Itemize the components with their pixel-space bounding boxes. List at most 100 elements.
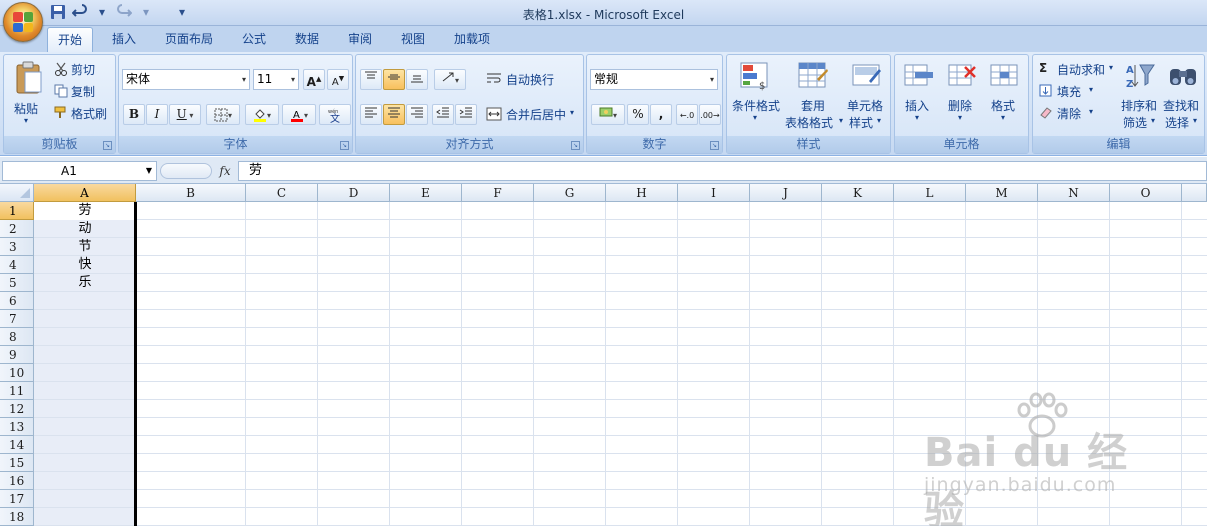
column-header-j[interactable]: J [750, 184, 822, 202]
cell-a1[interactable]: 劳 [34, 202, 136, 220]
copy-button[interactable]: 复制 [71, 83, 95, 100]
font-size-dropdown-icon[interactable]: ▾ [291, 70, 295, 89]
office-button[interactable] [3, 2, 43, 42]
undo-dropdown-icon[interactable]: ▾ [94, 4, 110, 20]
delete-cells-dropdown-icon[interactable]: ▾ [958, 113, 962, 122]
column-header-m[interactable]: M [966, 184, 1038, 202]
conditional-format-icon[interactable]: $ [739, 61, 771, 92]
row-header-3[interactable]: 3 [0, 238, 34, 256]
column-header-o[interactable]: O [1110, 184, 1182, 202]
column-header-k[interactable]: K [822, 184, 894, 202]
cell-styles-button[interactable]: 样式 [849, 114, 873, 131]
accounting-format-button[interactable]: ▾ [591, 104, 625, 125]
row-header-14[interactable]: 14 [0, 436, 34, 454]
find-select-label1[interactable]: 查找和 [1163, 97, 1199, 114]
column-header-i[interactable]: I [678, 184, 750, 202]
format-painter-icon[interactable] [54, 106, 68, 120]
tab-formulas[interactable]: 公式 [232, 27, 276, 52]
format-as-table-button[interactable]: 表格格式 [785, 114, 833, 131]
number-format-combo[interactable]: 常规 ▾ [590, 69, 718, 90]
row-header-4[interactable]: 4 [0, 256, 34, 274]
column-header-l[interactable]: L [894, 184, 966, 202]
fill-button[interactable]: 填充 [1057, 83, 1081, 100]
row-header-13[interactable]: 13 [0, 418, 34, 436]
row-header-18[interactable]: 18 [0, 508, 34, 526]
sort-filter-label1[interactable]: 排序和 [1121, 97, 1157, 114]
cell-styles-icon[interactable] [851, 61, 883, 91]
conditional-format-button[interactable]: 条件格式 [732, 97, 780, 114]
find-select-dropdown-icon[interactable]: ▾ [1193, 116, 1197, 125]
align-left-button[interactable] [360, 104, 382, 125]
font-color-button[interactable]: A ▾ [282, 104, 316, 125]
conditional-format-dropdown-icon[interactable]: ▾ [753, 113, 757, 122]
cell-a5[interactable]: 乐 [34, 274, 136, 292]
fill-dropdown-icon[interactable]: ▾ [1089, 85, 1093, 94]
tab-data[interactable]: 数据 [285, 27, 329, 52]
autosum-button[interactable]: 自动求和 [1057, 61, 1105, 78]
insert-cells-button[interactable]: 插入 [905, 97, 929, 114]
format-as-table-icon[interactable] [797, 61, 829, 91]
clear-dropdown-icon[interactable]: ▾ [1089, 107, 1093, 116]
phonetic-button[interactable]: wén 文 [319, 104, 351, 125]
merge-center-icon[interactable] [486, 107, 502, 121]
customize-qat-icon[interactable]: ▾ [174, 4, 190, 20]
underline-button[interactable]: U ▾ [169, 104, 201, 125]
border-button[interactable]: ▾ [206, 104, 240, 125]
font-launcher-icon[interactable]: ↘ [340, 141, 349, 150]
row-header-6[interactable]: 6 [0, 292, 34, 310]
align-bottom-button[interactable] [406, 69, 428, 90]
column-header-e[interactable]: E [390, 184, 462, 202]
wrap-text-button[interactable]: 自动换行 [506, 71, 554, 88]
decrease-decimal-button[interactable]: .00→ [699, 104, 721, 125]
shrink-font-button[interactable]: A▼ [327, 69, 349, 90]
column-header-b[interactable]: B [136, 184, 246, 202]
formula-bar-handle[interactable] [160, 163, 212, 179]
tab-review[interactable]: 审阅 [338, 27, 382, 52]
row-header-11[interactable]: 11 [0, 382, 34, 400]
column-header-g[interactable]: G [534, 184, 606, 202]
row-header-1[interactable]: 1 [0, 202, 34, 220]
fill-color-button[interactable]: ▾ [245, 104, 279, 125]
autosum-dropdown-icon[interactable]: ▾ [1109, 63, 1113, 72]
font-name-combo[interactable]: 宋体 ▾ [122, 69, 250, 90]
percent-button[interactable]: % [627, 104, 649, 125]
cell-a3[interactable]: 节 [34, 238, 136, 256]
align-middle-button[interactable] [383, 69, 405, 90]
italic-button[interactable]: I [146, 104, 168, 125]
name-box[interactable]: A1 ▼ [2, 161, 157, 181]
cell-a2[interactable]: 动 [34, 220, 136, 238]
name-box-dropdown-icon[interactable]: ▼ [146, 162, 152, 180]
column-header-n[interactable]: N [1038, 184, 1110, 202]
row-header-7[interactable]: 7 [0, 310, 34, 328]
align-top-button[interactable] [360, 69, 382, 90]
format-as-table-label1[interactable]: 套用 [801, 97, 825, 114]
insert-function-button[interactable]: fx [214, 161, 236, 181]
sort-filter-dropdown-icon[interactable]: ▾ [1151, 116, 1155, 125]
column-header-a[interactable]: A [34, 184, 136, 202]
save-icon[interactable] [50, 4, 66, 20]
clear-button[interactable]: 清除 [1057, 105, 1081, 122]
column-header-d[interactable]: D [318, 184, 390, 202]
fill-icon[interactable] [1039, 84, 1052, 97]
paste-icon[interactable] [14, 60, 44, 96]
cell-styles-dropdown-icon[interactable]: ▾ [877, 116, 881, 125]
sort-filter-icon[interactable]: AZ [1124, 61, 1156, 91]
row-header-17[interactable]: 17 [0, 490, 34, 508]
column-header-h[interactable]: H [606, 184, 678, 202]
cell-a4[interactable]: 快 [34, 256, 136, 274]
binoculars-icon[interactable] [1167, 61, 1199, 91]
eraser-icon[interactable] [1039, 106, 1053, 119]
column-header-f[interactable]: F [462, 184, 534, 202]
clipboard-launcher-icon[interactable]: ↘ [103, 141, 112, 150]
tab-page-layout[interactable]: 页面布局 [155, 27, 223, 52]
comma-style-button[interactable]: , [650, 104, 672, 125]
insert-cells-icon[interactable] [903, 61, 935, 91]
select-all-button[interactable] [0, 184, 34, 202]
row-header-9[interactable]: 9 [0, 346, 34, 364]
column-header-c[interactable]: C [246, 184, 318, 202]
cell-styles-label1[interactable]: 单元格 [847, 97, 883, 114]
find-select-button[interactable]: 选择 [1165, 114, 1189, 131]
row-header-16[interactable]: 16 [0, 472, 34, 490]
row-header-15[interactable]: 15 [0, 454, 34, 472]
insert-cells-dropdown-icon[interactable]: ▾ [915, 113, 919, 122]
